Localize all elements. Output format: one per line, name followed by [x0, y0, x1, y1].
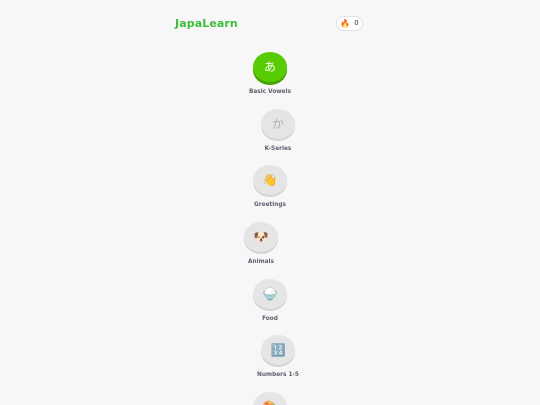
lesson-animals[interactable]: 🐶 Animals [221, 222, 301, 265]
lesson-greetings[interactable]: 👋 Greetings [230, 165, 310, 208]
lesson-numbers-1-5[interactable]: 🔢 Numbers 1-5 [238, 335, 318, 378]
lesson-node-button[interactable]: か [261, 109, 295, 139]
dog-icon: 🐶 [253, 230, 269, 244]
rice-bowl-icon: 🍚 [262, 287, 278, 301]
hiragana-a-icon: あ [263, 60, 276, 74]
lesson-food[interactable]: 🍚 Food [230, 279, 310, 322]
waving-hand-icon: 👋 [262, 173, 278, 187]
lesson-node-button[interactable]: あ [253, 52, 287, 82]
lesson-node-button[interactable]: 👋 [253, 165, 287, 195]
lesson-node-button[interactable]: 🐶 [244, 222, 278, 252]
lesson-label: Food [262, 316, 278, 322]
lesson-label: Greetings [254, 202, 286, 208]
lesson-label: Basic Vowels [248, 89, 292, 95]
lesson-node-button[interactable]: 🍚 [253, 279, 287, 309]
lesson-label: Animals [248, 259, 274, 265]
numbers-icon: 🔢 [270, 343, 286, 357]
lesson-label: Numbers 1-5 [257, 372, 299, 378]
lesson-basic-vowels[interactable]: あ Basic Vowels [230, 52, 310, 95]
hiragana-ka-icon: か [271, 117, 284, 131]
lesson-node-button[interactable]: 🔢 [261, 335, 295, 365]
lesson-k-series[interactable]: か K-Series [238, 109, 318, 152]
app-root: JapaLearn 🔥 0 あ Basic Vowels か K-Series … [0, 0, 540, 405]
palette-icon: 🎨 [263, 401, 278, 405]
lesson-next[interactable]: 🎨 [230, 392, 310, 405]
lesson-node-button[interactable]: 🎨 [253, 392, 287, 405]
lesson-label: K-Series [264, 146, 292, 152]
lesson-path: あ Basic Vowels か K-Series 👋 Greetings 🐶 … [0, 0, 540, 405]
